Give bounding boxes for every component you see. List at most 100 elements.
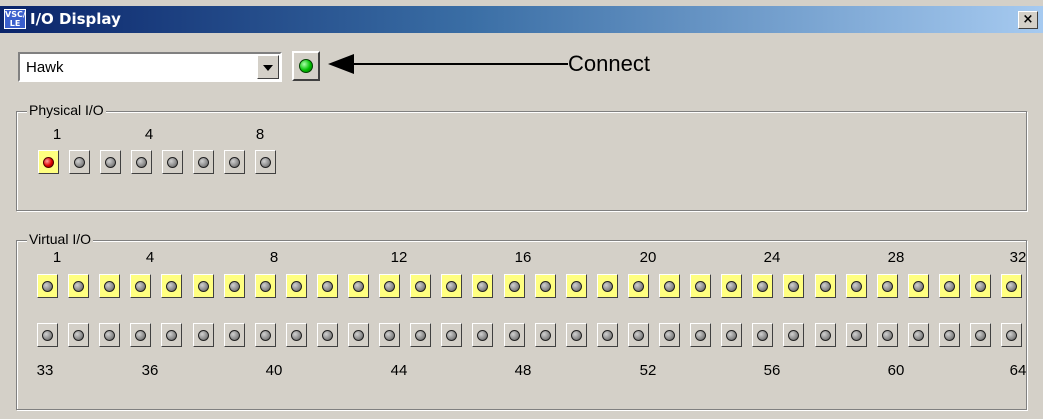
led-off-icon <box>229 157 240 168</box>
io-button-37[interactable] <box>161 323 183 347</box>
io-button-5[interactable] <box>162 150 183 174</box>
io-button-9[interactable] <box>285 274 307 298</box>
led-off-icon <box>881 281 893 292</box>
led-off-icon <box>819 330 831 341</box>
io-button-1[interactable] <box>37 274 58 298</box>
io-button-36[interactable] <box>130 323 152 347</box>
led-off-icon <box>477 330 489 341</box>
io-button-20[interactable] <box>627 274 649 298</box>
io-button-12[interactable] <box>379 274 401 298</box>
io-button-22[interactable] <box>690 274 712 298</box>
led-off-icon <box>290 281 302 292</box>
physical-io-group: Physical I/O 1 4 8 <box>16 102 1027 211</box>
io-button-52[interactable] <box>627 323 649 347</box>
io-button-47[interactable] <box>472 323 494 347</box>
io-button-3[interactable] <box>100 150 121 174</box>
io-button-5[interactable] <box>161 274 183 298</box>
io-button-7[interactable] <box>223 274 245 298</box>
led-off-icon <box>136 157 147 168</box>
io-button-27[interactable] <box>845 274 867 298</box>
io-button-6[interactable] <box>192 274 214 298</box>
led-off-icon <box>105 157 116 168</box>
io-button-18[interactable] <box>565 274 587 298</box>
io-button-44[interactable] <box>379 323 401 347</box>
led-off-icon <box>415 281 427 292</box>
io-button-3[interactable] <box>99 274 121 298</box>
io-button-57[interactable] <box>783 323 805 347</box>
io-button-39[interactable] <box>223 323 245 347</box>
io-button-19[interactable] <box>596 274 618 298</box>
io-button-28[interactable] <box>876 274 898 298</box>
io-button-8[interactable] <box>255 150 276 174</box>
io-button-25[interactable] <box>783 274 805 298</box>
led-off-icon <box>353 281 364 292</box>
io-button-40[interactable] <box>254 323 276 347</box>
io-button-24[interactable] <box>752 274 774 298</box>
io-button-42[interactable] <box>316 323 338 347</box>
io-button-58[interactable] <box>814 323 836 347</box>
io-button-32[interactable] <box>1001 274 1023 298</box>
io-button-53[interactable] <box>659 323 680 347</box>
io-button-33[interactable] <box>37 323 58 347</box>
io-button-62[interactable] <box>938 323 960 347</box>
io-button-6[interactable] <box>193 150 214 174</box>
io-button-43[interactable] <box>348 323 369 347</box>
io-button-38[interactable] <box>192 323 214 347</box>
io-button-30[interactable] <box>938 274 960 298</box>
io-button-2[interactable] <box>68 274 90 298</box>
io-button-34[interactable] <box>68 323 90 347</box>
led-off-icon <box>601 330 613 341</box>
title-bar[interactable]: VSC/ LE I/O Display × <box>0 6 1043 33</box>
io-button-21[interactable] <box>659 274 680 298</box>
led-off-icon <box>135 330 147 341</box>
io-button-35[interactable] <box>99 323 121 347</box>
io-button-11[interactable] <box>348 274 369 298</box>
io-button-56[interactable] <box>752 323 774 347</box>
io-button-61[interactable] <box>907 323 929 347</box>
io-button-41[interactable] <box>285 323 307 347</box>
led-off-icon <box>819 281 831 292</box>
io-button-15[interactable] <box>472 274 494 298</box>
led-off-icon <box>943 330 955 341</box>
io-button-64[interactable] <box>1001 323 1023 347</box>
io-button-4[interactable] <box>130 274 152 298</box>
io-button-48[interactable] <box>503 323 525 347</box>
led-off-icon <box>415 330 427 341</box>
io-button-59[interactable] <box>845 323 867 347</box>
chevron-down-icon[interactable] <box>257 55 279 79</box>
io-button-4[interactable] <box>131 150 152 174</box>
led-off-icon <box>726 281 738 292</box>
io-button-50[interactable] <box>565 323 587 347</box>
io-button-60[interactable] <box>876 323 898 347</box>
io-button-31[interactable] <box>970 274 991 298</box>
io-button-10[interactable] <box>316 274 338 298</box>
led-off-icon <box>198 157 209 168</box>
led-off-icon <box>73 281 85 292</box>
connect-button[interactable] <box>292 51 320 81</box>
io-button-63[interactable] <box>970 323 991 347</box>
io-number: 24 <box>763 249 781 266</box>
io-button-45[interactable] <box>410 323 432 347</box>
io-button-13[interactable] <box>410 274 432 298</box>
io-button-17[interactable] <box>534 274 556 298</box>
close-button[interactable]: × <box>1018 11 1038 29</box>
callout-arrow-icon <box>328 54 568 74</box>
io-button-26[interactable] <box>814 274 836 298</box>
io-button-51[interactable] <box>596 323 618 347</box>
io-number: 8 <box>269 249 279 266</box>
led-off-icon <box>42 330 53 341</box>
io-button-46[interactable] <box>441 323 463 347</box>
io-button-54[interactable] <box>690 323 712 347</box>
io-button-16[interactable] <box>503 274 525 298</box>
io-button-55[interactable] <box>721 323 743 347</box>
led-off-icon <box>1006 281 1018 292</box>
io-button-29[interactable] <box>907 274 929 298</box>
io-button-2[interactable] <box>69 150 90 174</box>
io-button-23[interactable] <box>721 274 743 298</box>
io-button-14[interactable] <box>441 274 463 298</box>
io-button-1[interactable] <box>38 150 59 174</box>
io-button-49[interactable] <box>534 323 556 347</box>
io-button-7[interactable] <box>224 150 245 174</box>
device-dropdown[interactable]: Hawk <box>18 52 282 82</box>
io-button-8[interactable] <box>254 274 276 298</box>
